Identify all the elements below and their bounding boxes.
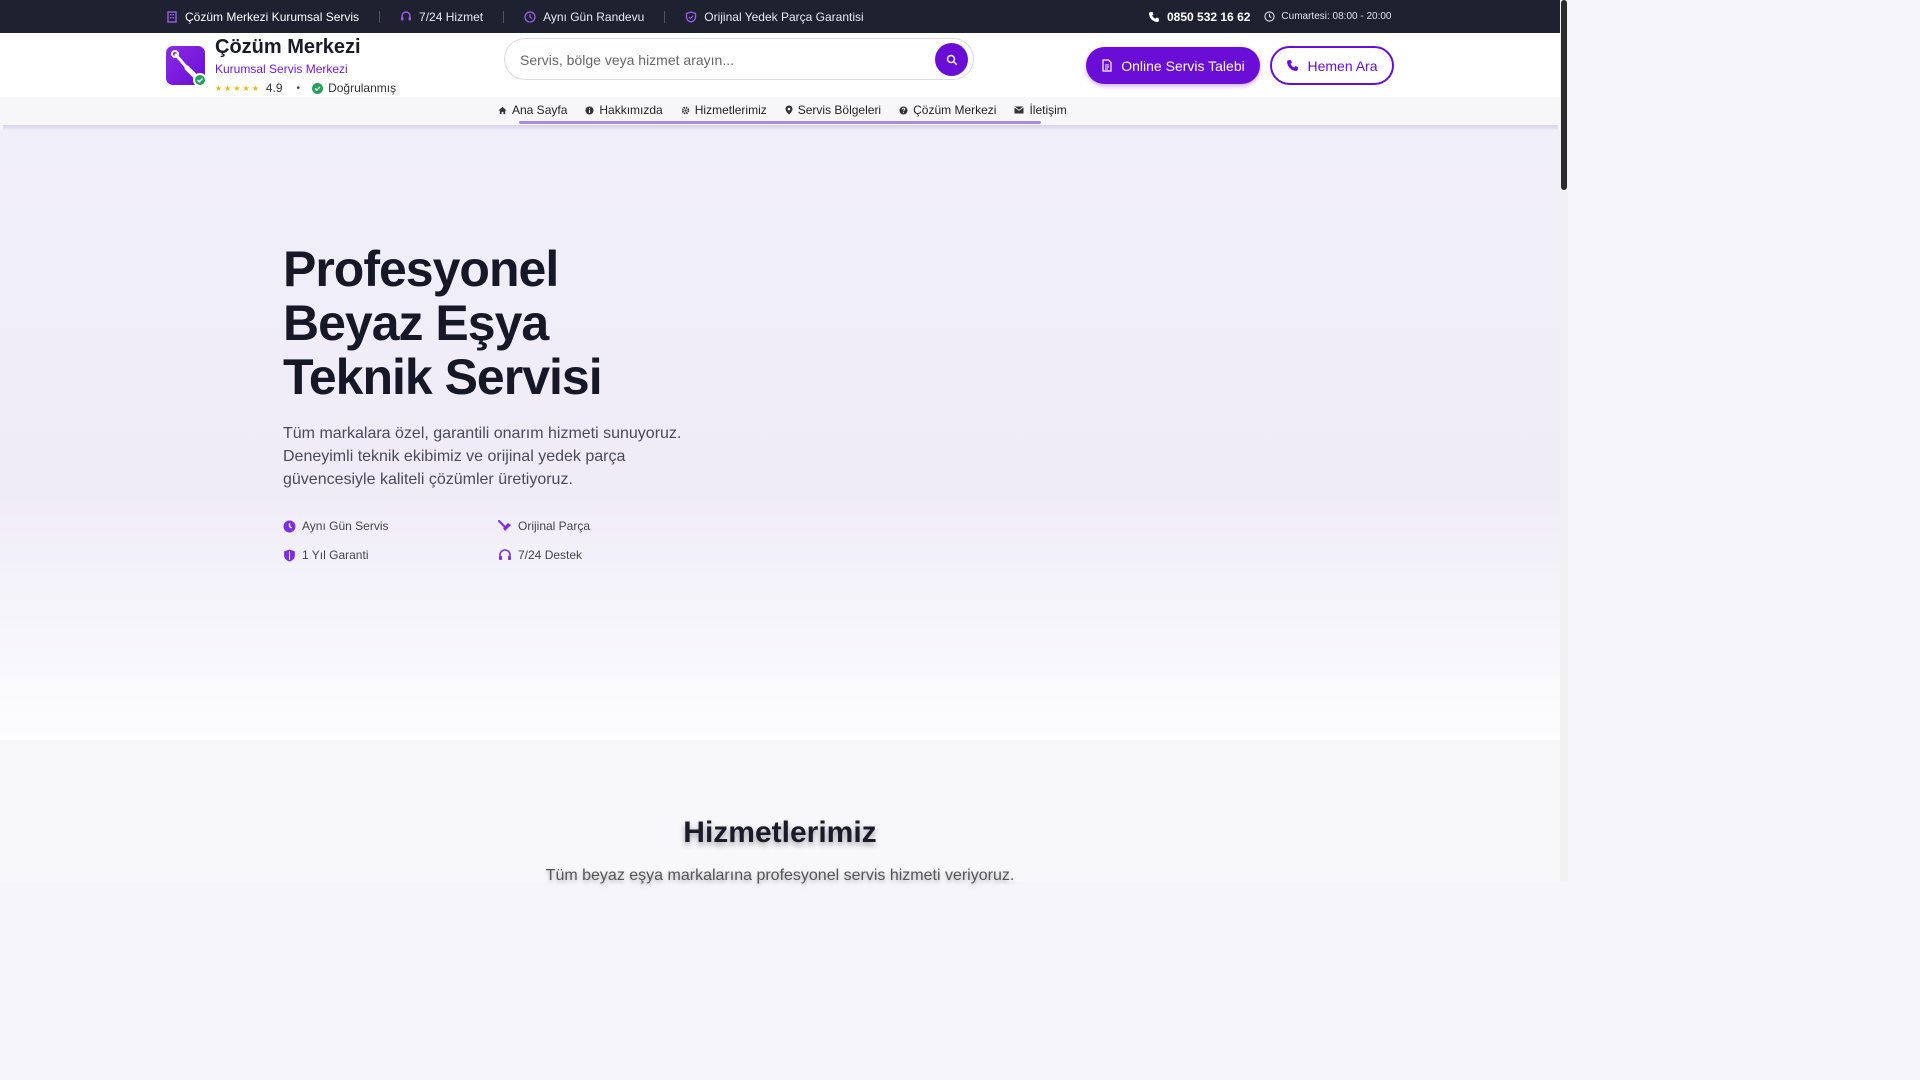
phone-icon (1148, 11, 1160, 23)
topbar-service-label: 7/24 Hizmet (419, 9, 484, 24)
topbar-service: 7/24 Hizmet (400, 10, 483, 24)
gear-icon (681, 106, 690, 115)
nav-item-home[interactable]: Ana Sayfa (498, 103, 567, 117)
nav-item-label: Hakkımızda (599, 103, 663, 117)
nav-item-service-areas[interactable]: Servis Bölgeleri (785, 103, 881, 117)
document-icon (1101, 59, 1113, 72)
topbar-guarantee-label: Orijinal Yedek Parça Garantisi (704, 9, 864, 24)
call-now-button[interactable]: Hemen Ara (1270, 46, 1394, 85)
headset-icon (498, 548, 512, 562)
header: Çözüm Merkezi Kurumsal Servis Merkezi ★★… (0, 33, 1560, 97)
online-service-request-label: Online Servis Talebi (1121, 57, 1245, 74)
topbar-hours-label: Cumartesi: 08:00 - 20:00 (1281, 11, 1392, 22)
brand-name[interactable]: Çözüm Merkezi (215, 36, 361, 59)
hero-section: Profesyonel Beyaz Eşya Teknik Servisi Tü… (0, 130, 1560, 740)
hero-title-line: Teknik Servisi (283, 349, 603, 405)
topbar-company-label: Çözüm Merkezi Kurumsal Servis (185, 9, 360, 24)
topbar-appointment: Aynı Gün Randevu (524, 10, 644, 24)
topbar-hours: Cumartesi: 08:00 - 20:00 (1264, 11, 1391, 22)
main-nav: Ana Sayfa Hakkımızda Hizmetlerimiz Servi… (0, 97, 1560, 125)
clock-icon (1264, 11, 1276, 22)
nav-item-label: Çözüm Merkezi (913, 103, 997, 117)
divider (379, 10, 381, 23)
verified-status: Doğrulanmış (312, 81, 396, 95)
rating-value: 4.9 (265, 81, 283, 95)
top-bar: Çözüm Merkezi Kurumsal Servis 7/24 Hizme… (0, 0, 1560, 33)
phone-icon (1286, 59, 1299, 72)
hero-description: Tüm markalara özel, garantili onarım hiz… (283, 425, 682, 488)
topbar-company: Çözüm Merkezi Kurumsal Servis (166, 10, 359, 24)
star-rating-icon: ★★★★★ (215, 83, 261, 93)
home-icon (498, 106, 507, 115)
feature-label: Aynı Gün Servis (302, 519, 389, 533)
nav-item-about[interactable]: Hakkımızda (585, 103, 663, 117)
info-icon (585, 105, 594, 115)
search-button[interactable] (935, 43, 968, 76)
feature-warranty: 1 Yıl Garanti (283, 548, 368, 562)
clock-icon (283, 520, 296, 533)
hero-title: Profesyonel Beyaz Eşya Teknik Servisi (283, 241, 603, 405)
divider (664, 10, 666, 23)
map-pin-icon (785, 105, 793, 115)
search-box[interactable]: Servis, bölge veya hizmet arayın... (504, 38, 974, 80)
services-section: Hizmetlerimiz Tüm beyaz eşya markalarına… (0, 740, 1560, 884)
call-now-label: Hemen Ara (1307, 57, 1378, 74)
shield-icon (685, 10, 697, 23)
headset-icon (400, 10, 412, 23)
separator-dot: • (296, 82, 301, 94)
services-title: Hizmetlerimiz (683, 816, 877, 849)
nav-item-label: İletişim (1029, 103, 1067, 117)
building-icon (166, 10, 178, 23)
feature-support: 7/24 Destek (498, 548, 582, 562)
shield-icon (283, 549, 296, 562)
clock-icon (524, 10, 536, 23)
verified-badge-icon (193, 73, 207, 87)
topbar-phone[interactable]: 0850 532 16 62 (1148, 10, 1250, 24)
feature-same-day: Aynı Gün Servis (283, 519, 388, 533)
services-subtitle: Tüm beyaz eşya markalarına profesyonel s… (545, 867, 1015, 884)
nav-item-label: Servis Bölgeleri (797, 103, 882, 117)
nav-item-solution-center[interactable]: Çözüm Merkezi (899, 103, 996, 117)
search-icon (946, 54, 957, 65)
topbar-appointment-label: Aynı Gün Randevu (543, 9, 645, 24)
feature-label: 7/24 Destek (518, 548, 583, 562)
online-service-request-button[interactable]: Online Servis Talebi (1086, 47, 1260, 84)
verified-label: Doğrulanmış (328, 81, 397, 95)
divider (503, 10, 505, 23)
search-input[interactable]: Servis, bölge veya hizmet arayın... (520, 52, 734, 68)
nav-item-label: Ana Sayfa (512, 103, 568, 117)
scrollbar-thumb[interactable] (1561, 0, 1567, 190)
feature-original-parts: Orijinal Parça (498, 519, 590, 533)
tools-icon (498, 520, 512, 532)
hero-title-line: Beyaz Eşya (283, 295, 549, 351)
feature-label: 1 Yıl Garanti (302, 548, 369, 562)
question-icon (899, 105, 908, 115)
brand-subtitle: Kurumsal Servis Merkezi (215, 62, 348, 76)
nav-item-label: Hizmetlerimiz (694, 103, 767, 117)
mail-icon (1014, 106, 1025, 114)
nav-active-indicator (519, 121, 1041, 124)
check-circle-icon (312, 82, 324, 94)
topbar-guarantee: Orijinal Yedek Parça Garantisi (685, 9, 864, 24)
nav-item-contact[interactable]: İletişim (1014, 103, 1067, 117)
hero-title-line: Profesyonel (283, 241, 559, 297)
feature-label: Orijinal Parça (518, 519, 591, 533)
topbar-phone-label: 0850 532 16 62 (1167, 9, 1251, 24)
rating: ★★★★★ 4.9 • Doğrulanmış (215, 81, 396, 95)
nav-item-services[interactable]: Hizmetlerimiz (681, 103, 767, 117)
